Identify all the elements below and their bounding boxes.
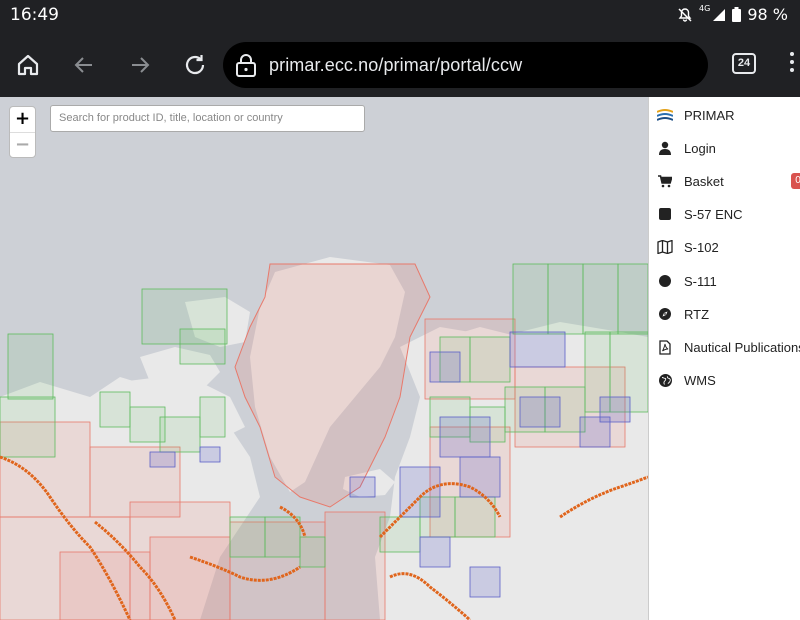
status-time: 16:49 [10,5,59,25]
coverage-cell-blue[interactable] [519,396,561,428]
more-icon[interactable] [786,52,800,78]
coverage-cell-green[interactable] [547,263,584,335]
compass-icon [657,306,673,322]
menu-label: RTZ [684,306,710,322]
coverage-cell-red[interactable] [149,536,231,620]
search-input[interactable] [59,112,356,124]
map-icon [657,239,673,255]
coverage-cell-blue[interactable] [459,456,501,498]
forward-icon[interactable] [125,50,155,80]
square-icon [657,206,673,222]
coverage-cell-red[interactable] [324,511,386,620]
network-label: 4G [699,4,711,13]
browser-toolbar: primar.ecc.no/primar/portal/ccw 24 [0,30,800,97]
map-viewport[interactable]: + − [0,97,648,620]
coverage-cell-green[interactable] [379,516,421,553]
coverage-cell-green[interactable] [582,263,619,335]
coverage-cell-blue[interactable] [469,566,501,598]
coverage-cell-blue[interactable] [509,331,566,368]
cart-icon [657,173,673,189]
menu-item-s102[interactable]: S-102 [649,232,800,262]
lock-icon [235,53,257,82]
signal-icon [712,8,726,22]
menu-label: Nautical Publications [684,339,800,355]
notifications-off-icon [677,7,693,23]
coverage-cell-blue[interactable] [349,476,376,498]
menu-label: PRIMAR [684,107,735,123]
url-bar[interactable]: primar.ecc.no/primar/portal/ccw [223,42,708,88]
coverage-cell-green[interactable] [299,536,326,568]
menu-item-s57-enc[interactable]: S-57 ENC [649,199,800,229]
status-icons: 4G 98 % [677,4,788,24]
menu-label: WMS [684,372,716,388]
primar-logo-icon [657,107,673,123]
battery-icon [732,7,742,22]
coverage-cell-green[interactable] [264,516,301,558]
menu-item-basket[interactable]: Basket 0 [649,166,800,196]
coverage-cell-green[interactable] [99,391,131,428]
coverage-cell-green[interactable] [469,336,511,383]
zoom-out-button[interactable]: − [10,132,35,157]
home-icon[interactable] [13,50,43,80]
coverage-cell-blue[interactable] [419,536,451,568]
product-search[interactable] [50,105,365,132]
coverage-cell-green[interactable] [512,263,549,335]
menu-label: Basket [684,173,724,189]
circle-icon [657,273,673,289]
menu-item-wms[interactable]: WMS [649,365,800,395]
zoom-control: + − [9,106,36,158]
coverage-cell-green[interactable] [617,263,648,335]
menu-label: S-102 [684,239,719,255]
coverage-cell-blue[interactable] [429,351,461,383]
coverage-cell-blue[interactable] [599,396,631,423]
coverage-cell-green[interactable] [199,396,226,438]
coverage-cell-blue[interactable] [439,416,491,458]
back-icon[interactable] [69,50,99,80]
chart-coverage-map[interactable] [0,97,648,620]
coverage-cell-blue[interactable] [199,446,221,463]
menu-label: S-111 [684,273,717,289]
pdf-icon [657,339,673,355]
coverage-cell-blue[interactable] [149,451,176,468]
basket-count-badge: 0 [791,173,800,189]
user-icon [657,140,673,156]
menu-item-login[interactable]: Login [649,133,800,163]
menu-item-s111[interactable]: S-111 [649,266,800,296]
menu-label: S-57 ENC [684,206,743,222]
coverage-cell-green[interactable] [179,328,226,365]
coverage-cell-green[interactable] [0,396,56,458]
menu-item-rtz[interactable]: RTZ [649,299,800,329]
side-menu: PRIMAR Login Basket 0 S-57 ENC S-102 S-1… [648,97,800,620]
menu-label: Login [684,140,716,156]
coverage-cell-green[interactable] [7,333,54,400]
globe-icon [657,372,673,388]
status-bar: 16:49 4G 98 % [0,0,800,30]
menu-item-primar[interactable]: PRIMAR [649,100,800,130]
coverage-cell-green[interactable] [159,416,201,453]
menu-item-nautical-publications[interactable]: Nautical Publications [649,332,800,362]
url-text: primar.ecc.no/primar/portal/ccw [269,55,523,75]
reload-icon[interactable] [180,50,210,80]
zoom-in-button[interactable]: + [10,107,35,132]
tabs-icon[interactable]: 24 [732,53,756,74]
coverage-cell-green[interactable] [229,516,266,558]
battery-level: 98 % [747,5,788,24]
coverage-cell-green[interactable] [454,496,496,538]
